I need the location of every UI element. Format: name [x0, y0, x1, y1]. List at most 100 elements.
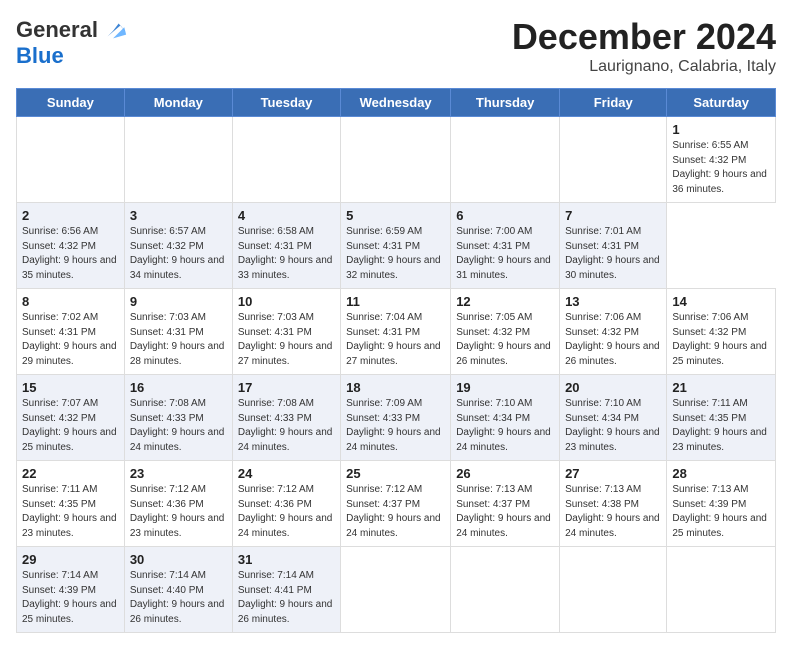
calendar-cell: 17 Sunrise: 7:08 AMSunset: 4:33 PMDayligh… [232, 375, 340, 461]
calendar-cell [451, 547, 560, 633]
calendar-cell: 26Sunrise: 7:13 AMSunset: 4:37 PMDayligh… [451, 461, 560, 547]
day-number: 9 [130, 294, 227, 309]
day-of-week-sunday: Sunday [17, 89, 125, 117]
day-number: 18 [346, 380, 445, 395]
day-info: Sunrise: 7:00 AMSunset: 4:31 PMDaylight:… [456, 225, 554, 283]
calendar-cell: 4 Sunrise: 6:58 AMSunset: 4:31 PMDaylight… [232, 203, 340, 289]
day-info: Sunrise: 7:07 AMSunset: 4:32 PMDaylight:… [22, 397, 119, 455]
calendar-cell [232, 117, 340, 203]
day-number: 23 [130, 466, 227, 481]
day-info: Sunrise: 7:06 AMSunset: 4:32 PMDaylight:… [672, 311, 770, 369]
day-number: 24 [238, 466, 335, 481]
day-info: Sunrise: 7:14 AMSunset: 4:39 PMDaylight:… [22, 569, 119, 627]
calendar-cell [124, 117, 232, 203]
calendar-cell: 6 Sunrise: 7:00 AMSunset: 4:31 PMDaylight… [451, 203, 560, 289]
month-title: December 2024 [512, 16, 776, 58]
day-number: 4 [238, 208, 335, 223]
calendar-cell: 16 Sunrise: 7:08 AMSunset: 4:33 PMDayligh… [124, 375, 232, 461]
day-info: Sunrise: 7:12 AMSunset: 4:36 PMDaylight:… [238, 483, 335, 541]
day-number: 28 [672, 466, 770, 481]
day-info: Sunrise: 7:06 AMSunset: 4:32 PMDaylight:… [565, 311, 661, 369]
day-number: 11 [346, 294, 445, 309]
calendar-cell: 19Sunrise: 7:10 AMSunset: 4:34 PMDayligh… [451, 375, 560, 461]
day-number: 13 [565, 294, 661, 309]
day-of-week-wednesday: Wednesday [341, 89, 451, 117]
calendar-week-row: 22 Sunrise: 7:11 AMSunset: 4:35 PMDayligh… [17, 461, 776, 547]
day-of-week-saturday: Saturday [667, 89, 776, 117]
logo: General Blue [16, 16, 128, 68]
calendar-cell: 2Sunrise: 6:56 AMSunset: 4:32 PMDaylight… [17, 203, 125, 289]
calendar: SundayMondayTuesdayWednesdayThursdayFrid… [16, 88, 776, 633]
header: General Blue December 2024 Laurignano, C… [16, 16, 776, 76]
calendar-cell: 23 Sunrise: 7:12 AMSunset: 4:36 PMDayligh… [124, 461, 232, 547]
calendar-cell [560, 547, 667, 633]
day-info: Sunrise: 7:13 AMSunset: 4:39 PMDaylight:… [672, 483, 770, 541]
day-number: 1 [672, 122, 770, 137]
calendar-cell: 20Sunrise: 7:10 AMSunset: 4:34 PMDayligh… [560, 375, 667, 461]
calendar-cell [341, 547, 451, 633]
day-info: Sunrise: 7:13 AMSunset: 4:37 PMDaylight:… [456, 483, 554, 541]
day-info: Sunrise: 7:13 AMSunset: 4:38 PMDaylight:… [565, 483, 661, 541]
logo-icon [100, 16, 128, 44]
calendar-cell: 27Sunrise: 7:13 AMSunset: 4:38 PMDayligh… [560, 461, 667, 547]
day-number: 21 [672, 380, 770, 395]
calendar-cell: 14Sunrise: 7:06 AMSunset: 4:32 PMDayligh… [667, 289, 776, 375]
calendar-cell: 15 Sunrise: 7:07 AMSunset: 4:32 PMDayligh… [17, 375, 125, 461]
day-number: 5 [346, 208, 445, 223]
calendar-cell: 11Sunrise: 7:04 AMSunset: 4:31 PMDayligh… [341, 289, 451, 375]
day-info: Sunrise: 7:02 AMSunset: 4:31 PMDaylight:… [22, 311, 119, 369]
day-number: 22 [22, 466, 119, 481]
day-number: 10 [238, 294, 335, 309]
calendar-week-row: 29Sunrise: 7:14 AMSunset: 4:39 PMDayligh… [17, 547, 776, 633]
day-number: 3 [130, 208, 227, 223]
calendar-cell: 22 Sunrise: 7:11 AMSunset: 4:35 PMDayligh… [17, 461, 125, 547]
subtitle: Laurignano, Calabria, Italy [512, 58, 776, 76]
day-number: 31 [238, 552, 335, 567]
day-info: Sunrise: 7:12 AMSunset: 4:36 PMDaylight:… [130, 483, 227, 541]
day-number: 19 [456, 380, 554, 395]
calendar-header-row: SundayMondayTuesdayWednesdayThursdayFrid… [17, 89, 776, 117]
calendar-cell: 30 Sunrise: 7:14 AMSunset: 4:40 PMDayligh… [124, 547, 232, 633]
calendar-cell: 18 Sunrise: 7:09 AMSunset: 4:33 PMDayligh… [341, 375, 451, 461]
day-info: Sunrise: 7:09 AMSunset: 4:33 PMDaylight:… [346, 397, 445, 455]
day-info: Sunrise: 7:01 AMSunset: 4:31 PMDaylight:… [565, 225, 661, 283]
day-info: Sunrise: 7:10 AMSunset: 4:34 PMDaylight:… [565, 397, 661, 455]
title-area: December 2024 Laurignano, Calabria, Ital… [512, 16, 776, 76]
day-info: Sunrise: 7:11 AMSunset: 4:35 PMDaylight:… [22, 483, 119, 541]
calendar-cell [451, 117, 560, 203]
calendar-cell: 21 Sunrise: 7:11 AMSunset: 4:35 PMDayligh… [667, 375, 776, 461]
calendar-cell: 8 Sunrise: 7:02 AMSunset: 4:31 PMDaylight… [17, 289, 125, 375]
day-number: 17 [238, 380, 335, 395]
calendar-cell: 12Sunrise: 7:05 AMSunset: 4:32 PMDayligh… [451, 289, 560, 375]
day-number: 16 [130, 380, 227, 395]
day-info: Sunrise: 7:12 AMSunset: 4:37 PMDaylight:… [346, 483, 445, 541]
day-info: Sunrise: 7:08 AMSunset: 4:33 PMDaylight:… [130, 397, 227, 455]
day-info: Sunrise: 7:11 AMSunset: 4:35 PMDaylight:… [672, 397, 770, 455]
day-info: Sunrise: 7:14 AMSunset: 4:40 PMDaylight:… [130, 569, 227, 627]
day-info: Sunrise: 6:57 AMSunset: 4:32 PMDaylight:… [130, 225, 227, 283]
day-of-week-thursday: Thursday [451, 89, 560, 117]
calendar-cell: 3 Sunrise: 6:57 AMSunset: 4:32 PMDaylight… [124, 203, 232, 289]
day-of-week-monday: Monday [124, 89, 232, 117]
day-number: 8 [22, 294, 119, 309]
day-info: Sunrise: 7:14 AMSunset: 4:41 PMDaylight:… [238, 569, 335, 627]
day-info: Sunrise: 7:03 AMSunset: 4:31 PMDaylight:… [238, 311, 335, 369]
day-number: 6 [456, 208, 554, 223]
day-info: Sunrise: 7:03 AMSunset: 4:31 PMDaylight:… [130, 311, 227, 369]
calendar-cell: 25 Sunrise: 7:12 AMSunset: 4:37 PMDayligh… [341, 461, 451, 547]
day-info: Sunrise: 7:05 AMSunset: 4:32 PMDaylight:… [456, 311, 554, 369]
calendar-cell: 24 Sunrise: 7:12 AMSunset: 4:36 PMDayligh… [232, 461, 340, 547]
day-number: 2 [22, 208, 119, 223]
calendar-cell: 1 Sunrise: 6:55 AMSunset: 4:32 PMDaylight… [667, 117, 776, 203]
calendar-cell: 28 Sunrise: 7:13 AMSunset: 4:39 PMDayligh… [667, 461, 776, 547]
day-info: Sunrise: 6:55 AMSunset: 4:32 PMDaylight:… [672, 139, 770, 197]
calendar-cell: 9 Sunrise: 7:03 AMSunset: 4:31 PMDaylight… [124, 289, 232, 375]
calendar-cell: 13 Sunrise: 7:06 AMSunset: 4:32 PMDayligh… [560, 289, 667, 375]
day-info: Sunrise: 6:58 AMSunset: 4:31 PMDaylight:… [238, 225, 335, 283]
day-info: Sunrise: 7:08 AMSunset: 4:33 PMDaylight:… [238, 397, 335, 455]
day-number: 15 [22, 380, 119, 395]
day-info: Sunrise: 6:59 AMSunset: 4:31 PMDaylight:… [346, 225, 445, 283]
day-number: 30 [130, 552, 227, 567]
day-number: 25 [346, 466, 445, 481]
calendar-cell [560, 117, 667, 203]
